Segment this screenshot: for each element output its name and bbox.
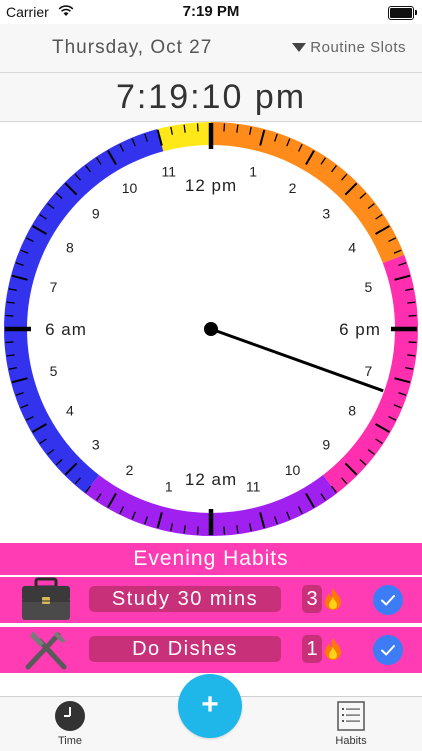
streak-badge: 1	[302, 635, 346, 663]
clock-hour-number: 9	[322, 436, 330, 452]
clock-ring-segment	[211, 122, 405, 264]
clock-hour-number: 9	[92, 206, 100, 222]
routine-slots-label: Routine Slots	[310, 39, 406, 56]
flame-icon	[325, 638, 341, 660]
clock-hour-number: 7	[365, 363, 373, 379]
clock-tick	[196, 123, 199, 132]
clock-area: 11 1 2 3 4 5 7 8 9 10 11 1 2 3 4 5 7 8 9 10 12 pm 12 am 6 a…	[0, 122, 422, 540]
clock-tick	[5, 341, 14, 344]
clock-hour-number: 1	[165, 478, 173, 494]
label-12pm: 12 pm	[185, 176, 237, 195]
clock-hour-number: 5	[50, 363, 58, 379]
habit-name: Do Dishes	[89, 636, 281, 662]
clock-tick	[196, 526, 199, 535]
label-6pm: 6 pm	[339, 320, 381, 339]
triangle-down-icon	[292, 43, 307, 52]
complete-checkbox[interactable]	[373, 585, 403, 615]
clock-tick	[5, 314, 14, 317]
clock-hour-number: 7	[50, 279, 58, 295]
clock-hour-number: 4	[348, 240, 356, 256]
clock-tick	[408, 314, 417, 317]
clock-hour-number: 4	[66, 403, 74, 419]
clock-hour-number: 11	[162, 164, 177, 180]
streak-count: 3	[306, 588, 318, 610]
flame-icon	[325, 588, 341, 610]
habit-row[interactable]: Do Dishes 1	[0, 625, 422, 673]
status-bar: Carrier 7:19 PM	[0, 0, 422, 24]
briefcase-icon	[22, 577, 70, 620]
habits-section-header: Evening Habits	[0, 541, 422, 575]
add-habit-button[interactable]: +	[178, 674, 242, 738]
clock-hour-number: 8	[66, 240, 74, 256]
routine-slots-button[interactable]: Routine Slots	[292, 39, 406, 56]
streak-badge: 3	[302, 585, 346, 613]
habits-section-title: Evening Habits	[133, 547, 289, 570]
clock-icon	[55, 701, 85, 731]
list-icon	[337, 701, 365, 731]
clock-hour-number: 8	[348, 403, 356, 419]
clock-hour-number: 2	[126, 462, 134, 478]
clock-hour-number: 10	[285, 462, 301, 478]
status-time: 7:19 PM	[182, 3, 240, 20]
date-header: Thursday, Oct 27 Routine Slots	[0, 24, 422, 73]
clock-tick	[223, 123, 226, 132]
complete-checkbox[interactable]	[373, 635, 403, 665]
analog-clock[interactable]: 11 1234578910111234578910 12 pm 12 am 6 a…	[0, 122, 422, 540]
habit-row[interactable]: Study 30 mins 3	[0, 575, 422, 623]
tab-habits-label: Habits	[335, 735, 367, 747]
battery-icon	[388, 6, 417, 20]
digital-clock-bar: 7:19:10 pm	[0, 73, 422, 122]
plus-icon: +	[201, 688, 219, 721]
clock-hour-number: 3	[322, 206, 330, 222]
clock-center	[204, 322, 218, 336]
current-date: Thursday, Oct 27	[52, 37, 213, 58]
clock-ring-segment	[4, 129, 164, 494]
label-12am: 12 am	[185, 470, 237, 489]
clock-hour-number: 3	[92, 436, 100, 452]
clock-tick	[408, 341, 417, 344]
clock-tick	[223, 526, 226, 535]
habit-name: Study 30 mins	[89, 586, 281, 612]
streak-count: 1	[306, 638, 318, 660]
label-6am: 6 am	[45, 320, 87, 339]
tab-habits[interactable]: Habits	[306, 697, 396, 751]
clock-hour-number: 11	[246, 478, 261, 494]
clock-hour-number: 2	[289, 180, 297, 196]
clock-hour-number: 1	[249, 164, 257, 180]
clock-hour-number: 10	[122, 180, 138, 196]
digital-clock: 7:19:10 pm	[115, 78, 307, 116]
tab-time-label: Time	[57, 735, 83, 747]
tab-time[interactable]: Time	[25, 697, 115, 751]
clock-hour-number: 5	[365, 279, 373, 295]
utensils-icon	[25, 631, 67, 670]
